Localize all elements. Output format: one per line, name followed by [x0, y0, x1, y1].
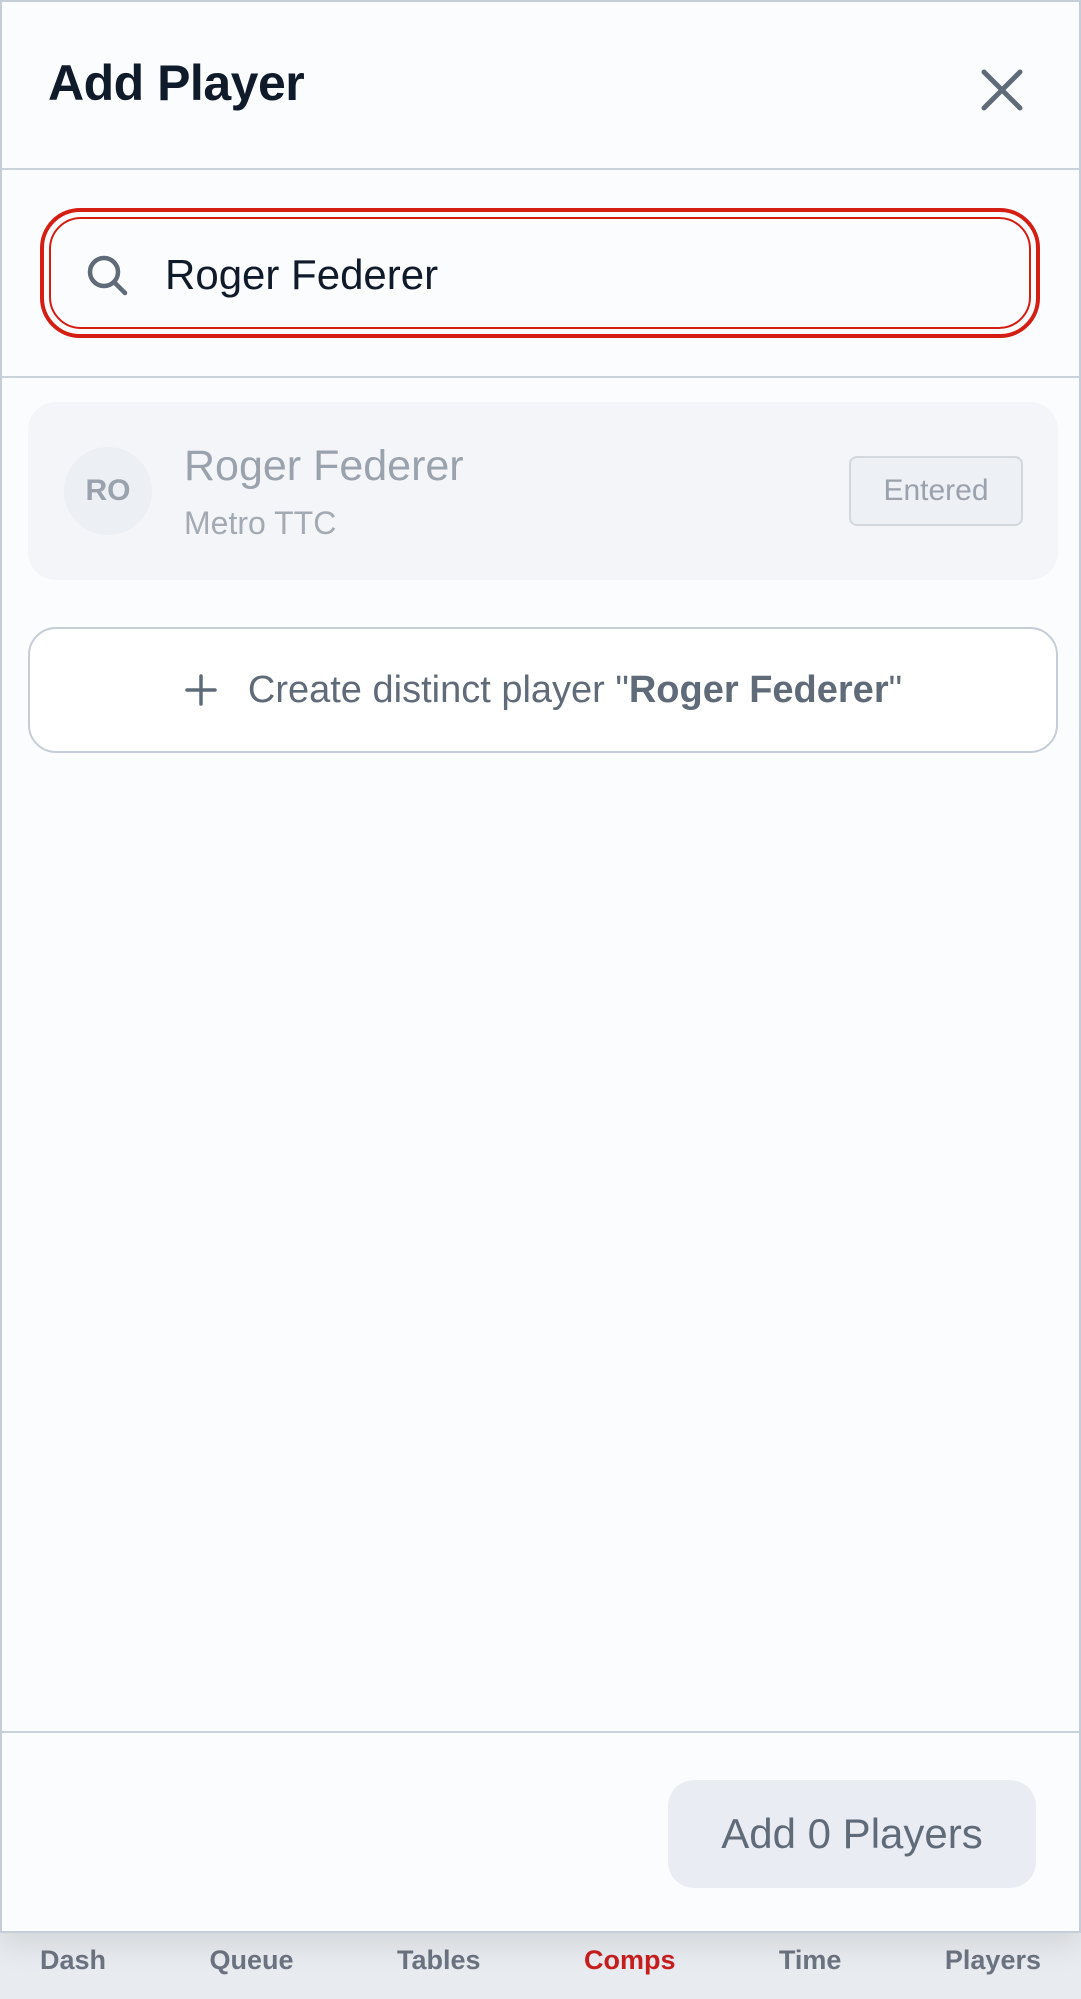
player-result-card: RO Roger Federer Metro TTC Entered — [28, 402, 1058, 580]
nav-item-dash[interactable]: Dash — [30, 1945, 116, 1976]
close-button[interactable] — [974, 62, 1030, 118]
search-field — [49, 217, 1031, 329]
page: Dash Queue Tables Comps Time Players Add… — [0, 0, 1081, 1999]
create-player-label: Create distinct player "Roger Federer" — [247, 668, 903, 711]
search-box[interactable] — [40, 208, 1040, 338]
nav-item-queue[interactable]: Queue — [199, 1945, 303, 1976]
status-badge: Entered — [849, 456, 1023, 526]
modal-title: Add Player — [48, 55, 305, 111]
create-player-name: Roger Federer — [628, 668, 889, 711]
add-player-modal: Add Player RO Roger F — [0, 0, 1081, 1933]
nav-item-comps[interactable]: Comps — [574, 1945, 686, 1976]
modal-footer: Add 0 Players — [2, 1731, 1079, 1931]
plus-icon — [185, 674, 217, 706]
close-icon — [981, 69, 1023, 111]
search-section — [2, 170, 1079, 378]
search-icon — [87, 255, 128, 296]
nav-item-time[interactable]: Time — [769, 1945, 852, 1976]
avatar: RO — [64, 447, 152, 535]
nav-item-players[interactable]: Players — [935, 1945, 1051, 1976]
add-players-button[interactable]: Add 0 Players — [668, 1780, 1036, 1888]
modal-header: Add Player — [2, 2, 1079, 170]
search-input[interactable] — [163, 237, 987, 313]
create-player-button[interactable]: Create distinct player "Roger Federer" — [28, 627, 1058, 753]
nav-item-tables[interactable]: Tables — [387, 1945, 491, 1976]
player-club: Metro TTC — [184, 505, 337, 541]
player-name: Roger Federer — [184, 442, 464, 490]
